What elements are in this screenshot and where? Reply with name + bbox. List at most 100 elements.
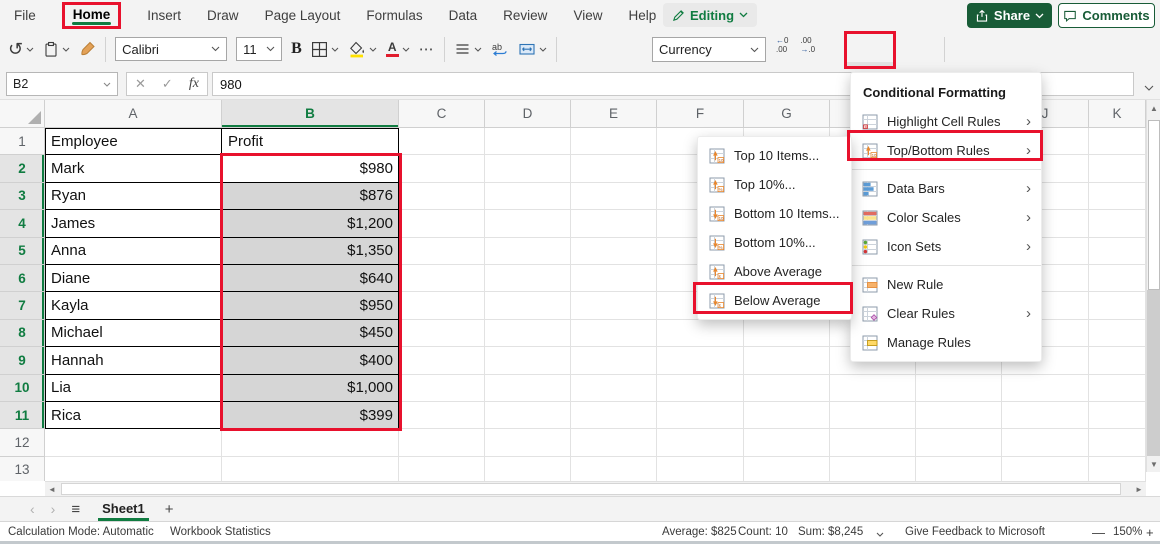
cell-b1[interactable]: Profit	[222, 128, 399, 155]
cell-e1[interactable]	[571, 128, 657, 155]
all-sheets-menu-icon[interactable]: ≡	[71, 501, 80, 518]
tab-insert[interactable]: Insert	[147, 4, 181, 27]
cell-k6[interactable]	[1089, 265, 1146, 292]
cell-c13[interactable]	[399, 457, 485, 481]
undo-button[interactable]: ↺	[8, 41, 34, 57]
cell-c7[interactable]	[399, 292, 485, 319]
row-header-13[interactable]: 13	[0, 457, 45, 481]
add-sheet-button[interactable]: +	[165, 501, 174, 518]
cell-c11[interactable]	[399, 402, 485, 429]
cell-k10[interactable]	[1089, 375, 1146, 402]
vertical-scroll-thumb[interactable]	[1148, 120, 1160, 290]
cell-a4[interactable]: James	[45, 210, 222, 237]
cell-a9[interactable]: Hannah	[45, 347, 222, 374]
menu-item-top-bottom-rules[interactable]: 10Top/Bottom Rules›	[851, 136, 1041, 165]
cell-c12[interactable]	[399, 429, 485, 456]
menu-item-clear-rules[interactable]: Clear Rules›	[851, 299, 1041, 328]
column-header-e[interactable]: E	[571, 100, 657, 128]
cell-b10[interactable]: $1,000	[222, 375, 399, 402]
column-header-b[interactable]: B	[222, 100, 399, 128]
cancel-icon[interactable]: ✕	[135, 76, 146, 92]
calc-mode-status[interactable]: Calculation Mode: Automatic	[8, 526, 154, 538]
cell-a7[interactable]: Kayla	[45, 292, 222, 319]
horizontal-scroll-thumb[interactable]	[61, 483, 1121, 495]
menu-item-manage-rules[interactable]: Manage Rules	[851, 328, 1041, 357]
row-header-5[interactable]: 5	[0, 238, 45, 265]
scroll-down-arrow[interactable]: ▼	[1147, 456, 1160, 472]
tab-data[interactable]: Data	[449, 4, 478, 27]
cell-i11[interactable]	[916, 402, 1002, 429]
cell-a13[interactable]	[45, 457, 222, 481]
cell-d3[interactable]	[485, 183, 571, 210]
cell-f11[interactable]	[657, 402, 744, 429]
cell-k2[interactable]	[1089, 155, 1146, 182]
alignment-button[interactable]	[454, 41, 482, 57]
expand-formula-bar-button[interactable]	[1144, 78, 1154, 96]
menu-item-new-rule[interactable]: New Rule	[851, 270, 1041, 299]
cell-j12[interactable]	[1002, 429, 1089, 456]
cell-h12[interactable]	[830, 429, 916, 456]
cell-e11[interactable]	[571, 402, 657, 429]
cell-e13[interactable]	[571, 457, 657, 481]
feedback-link[interactable]: Give Feedback to Microsoft	[905, 526, 1045, 538]
cell-k3[interactable]	[1089, 183, 1146, 210]
cell-i10[interactable]	[916, 375, 1002, 402]
cell-a6[interactable]: Diane	[45, 265, 222, 292]
font-name-select[interactable]: Calibri	[115, 37, 227, 61]
menu-item-data-bars[interactable]: Data Bars›	[851, 174, 1041, 203]
cell-b8[interactable]: $450	[222, 320, 399, 347]
vertical-scrollbar[interactable]: ▲ ▼	[1146, 100, 1160, 472]
row-header-8[interactable]: 8	[0, 320, 45, 347]
wrap-text-button[interactable]: ab	[491, 41, 509, 57]
row-header-3[interactable]: 3	[0, 183, 45, 210]
submenu-item-bottom-10-items-[interactable]: 10Bottom 10 Items...	[698, 199, 851, 228]
submenu-item-above-average[interactable]: x̄Above Average	[698, 257, 851, 286]
select-all-corner[interactable]	[0, 100, 45, 128]
column-header-a[interactable]: A	[45, 100, 222, 128]
zoom-in-button[interactable]: +	[1146, 525, 1154, 540]
aggregate-sum[interactable]: Sum: $8,245	[798, 526, 863, 538]
cell-e10[interactable]	[571, 375, 657, 402]
cell-b3[interactable]: $876	[222, 183, 399, 210]
cell-f10[interactable]	[657, 375, 744, 402]
cell-k9[interactable]	[1089, 347, 1146, 374]
row-header-6[interactable]: 6	[0, 265, 45, 292]
cell-e5[interactable]	[571, 238, 657, 265]
tab-file[interactable]: File	[14, 4, 36, 27]
column-header-g[interactable]: G	[744, 100, 830, 128]
row-header-12[interactable]: 12	[0, 429, 45, 456]
cell-a3[interactable]: Ryan	[45, 183, 222, 210]
cell-e3[interactable]	[571, 183, 657, 210]
cell-c8[interactable]	[399, 320, 485, 347]
cell-a5[interactable]: Anna	[45, 238, 222, 265]
increase-decimal-button[interactable]: ←0 .00	[776, 36, 788, 54]
next-sheet-arrow[interactable]: ›	[51, 501, 56, 517]
cell-k7[interactable]	[1089, 292, 1146, 319]
confirm-icon[interactable]: ✓	[162, 76, 173, 92]
submenu-item-bottom-10-[interactable]: %Bottom 10%...	[698, 228, 851, 257]
cell-e6[interactable]	[571, 265, 657, 292]
cell-e2[interactable]	[571, 155, 657, 182]
workbook-statistics[interactable]: Workbook Statistics	[170, 526, 271, 538]
cell-d2[interactable]	[485, 155, 571, 182]
row-header-2[interactable]: 2	[0, 155, 45, 182]
cell-e4[interactable]	[571, 210, 657, 237]
cell-c4[interactable]	[399, 210, 485, 237]
cell-c5[interactable]	[399, 238, 485, 265]
row-header-10[interactable]: 10	[0, 375, 45, 402]
menu-item-color-scales[interactable]: Color Scales›	[851, 203, 1041, 232]
more-font-options-button[interactable]: ⋯	[419, 40, 435, 58]
cell-a10[interactable]: Lia	[45, 375, 222, 402]
font-size-select[interactable]: 11	[236, 37, 282, 61]
column-header-f[interactable]: F	[657, 100, 744, 128]
row-header-4[interactable]: 4	[0, 210, 45, 237]
cell-g13[interactable]	[744, 457, 830, 481]
cell-a1[interactable]: Employee	[45, 128, 222, 155]
cell-c3[interactable]	[399, 183, 485, 210]
column-header-c[interactable]: C	[399, 100, 485, 128]
cell-h13[interactable]	[830, 457, 916, 481]
tab-page-layout[interactable]: Page Layout	[265, 4, 341, 27]
cell-d6[interactable]	[485, 265, 571, 292]
cell-e8[interactable]	[571, 320, 657, 347]
row-header-7[interactable]: 7	[0, 292, 45, 319]
